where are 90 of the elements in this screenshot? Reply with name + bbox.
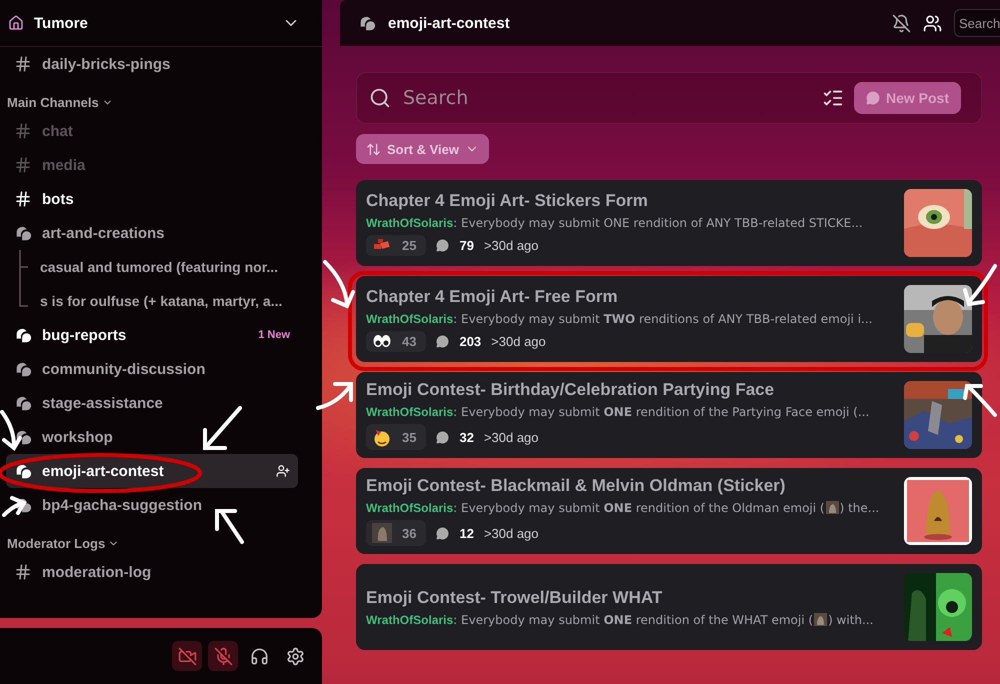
channel-item[interactable]: art-and-creations — [6, 216, 298, 250]
post-time: >30d ago — [484, 526, 539, 540]
category-label[interactable]: Main Channels — [7, 95, 99, 110]
comment-icon — [436, 526, 450, 540]
channel-item[interactable]: daily-bricks-pings — [6, 47, 298, 81]
headphones-icon — [250, 646, 268, 666]
channel-item[interactable]: moderation-log — [6, 555, 298, 589]
sort-icon — [366, 142, 381, 156]
post-time: >30d ago — [484, 430, 539, 444]
bell-off-icon[interactable] — [892, 14, 911, 32]
camera-off-icon — [178, 646, 196, 666]
emoji-icon — [826, 501, 839, 514]
thread-item[interactable]: s is for oulfuse (+ katana, martyr, a... — [40, 293, 282, 309]
add-member-icon[interactable] — [276, 464, 290, 478]
reaction-chip[interactable]: 35 — [366, 424, 426, 450]
post-card[interactable]: Chapter 4 Emoji Art- Stickers Form WrathOfSolaris: Everybody may submit ONE rendition of ANY TBB-related STICKE... 25 79 >30d ago — [356, 180, 982, 266]
eyes-icon — [372, 334, 392, 348]
chat-bubble-icon — [866, 91, 880, 105]
arrow-drawing — [323, 260, 355, 309]
search-icon — [369, 87, 391, 109]
post-card[interactable]: Chapter 4 Emoji Art- Free Form WrathOfSolaris: Everybody may submit TWO renditions of ANY TBB-related emoji i... 43 203 >30d ago — [356, 276, 982, 362]
reaction-chip[interactable]: 43 — [366, 330, 426, 352]
channel-item[interactable]: stage-assistance — [6, 386, 298, 420]
comment-icon — [436, 430, 450, 444]
post-time: >30d ago — [484, 238, 539, 252]
forum-icon — [14, 496, 32, 514]
forum-icon — [14, 462, 32, 480]
post-preview: WrathOfSolaris: Everybody may submit TWO renditions of ANY TBB-related emoji i... — [366, 312, 874, 326]
hash-icon — [14, 122, 32, 140]
mic-off-button[interactable] — [208, 641, 238, 671]
channel-item[interactable]: community-discussion — [6, 352, 298, 386]
forum-icon — [14, 224, 32, 242]
search-field[interactable]: Search — [954, 9, 1000, 37]
post-card[interactable]: Emoji Contest- Trowel/Builder WHAT WrathOfSolaris: Everybody may submit ONE rendition of the WHAT emoji ( ) with... — [356, 564, 982, 650]
camera-off-button[interactable] — [172, 641, 202, 671]
post-title: Emoji Contest- Blackmail & Melvin Oldman (Sticker) — [366, 476, 786, 496]
party-face-icon — [372, 427, 392, 447]
hash-icon — [14, 55, 32, 73]
post-preview: WrathOfSolaris: Everybody may submit ONE rendition of the Oldman emoji ( ) the... — [366, 501, 880, 515]
post-card[interactable]: Emoji Contest- Blackmail & Melvin Oldman (Sticker) WrathOfSolaris: Everybody may submit ONE rendition of the Oldman emoji ( ) the... 36 12 >30d ago — [356, 468, 982, 554]
thread-item[interactable]: casual and tumored (featuring nor... — [40, 259, 278, 275]
home-icon — [8, 15, 24, 31]
arrow-drawing — [316, 382, 353, 410]
reply-count: 203 — [459, 334, 482, 348]
emoji-icon — [814, 612, 828, 626]
arrow-drawing — [963, 264, 997, 306]
sack-icon — [372, 523, 392, 543]
channel-item[interactable]: bots — [6, 182, 298, 216]
hash-icon — [14, 563, 32, 581]
arrow-drawing — [2, 496, 27, 517]
arrow-drawing — [963, 384, 997, 417]
hash-icon — [14, 156, 32, 174]
channel-item[interactable]: workshop — [6, 420, 298, 454]
comment-icon — [436, 238, 450, 252]
post-title: Chapter 4 Emoji Art- Stickers Form — [366, 190, 649, 210]
search-field[interactable]: Search — [401, 86, 812, 110]
reaction-chip[interactable]: 36 — [366, 520, 426, 546]
tree-line — [19, 250, 28, 284]
reply-count: 12 — [459, 526, 474, 540]
post-title: Chapter 4 Emoji Art- Free Form — [366, 286, 619, 306]
forum-icon — [14, 428, 32, 446]
forum-icon — [14, 360, 32, 378]
members-icon[interactable] — [923, 14, 942, 32]
channel-item[interactable]: bug-reports 1 New — [6, 318, 298, 352]
arrow-drawing — [203, 406, 242, 450]
comment-icon — [436, 334, 450, 348]
reply-count: 32 — [459, 430, 474, 444]
post-time: >30d ago — [491, 334, 546, 348]
arrow-drawing — [0, 410, 22, 451]
post-title: Emoji Contest- Birthday/Celebration Partying Face — [366, 380, 776, 400]
post-card[interactable]: Emoji Contest- Birthday/Celebration Partying Face WrathOfSolaris: Everybody may submit ONE rendition of the Partying Face emoji (... 35 32 >30d ago — [356, 372, 982, 458]
post-preview: WrathOfSolaris: Everybody may submit ONE rendition of the Partying Face emoji (... — [366, 405, 870, 419]
reaction-chip[interactable]: 25 — [366, 234, 426, 256]
forum-icon — [14, 326, 32, 344]
category-label[interactable]: Moderator Logs — [7, 536, 106, 551]
forum-icon — [358, 14, 376, 32]
channel-title: emoji-art-contest — [388, 14, 511, 32]
settings-icon — [286, 646, 304, 666]
bricks-icon — [372, 238, 392, 252]
arrow-drawing — [215, 509, 244, 544]
channel-item[interactable]: bp4-gacha-suggestion — [6, 488, 298, 522]
hash-icon — [14, 190, 32, 208]
post-preview: WrathOfSolaris: Everybody may submit ONE rendition of the WHAT emoji ( ) with... — [366, 612, 874, 626]
new-count-label: 1 New — [258, 329, 290, 341]
forum-icon — [14, 394, 32, 412]
mic-off-icon — [214, 646, 232, 666]
post-title: Emoji Contest- Trowel/Builder WHAT — [366, 588, 664, 608]
reply-count: 79 — [459, 238, 474, 252]
server-name: Tumore — [34, 14, 89, 32]
post-preview: WrathOfSolaris: Everybody may submit ONE rendition of ANY TBB-related STICKE... — [366, 216, 864, 230]
